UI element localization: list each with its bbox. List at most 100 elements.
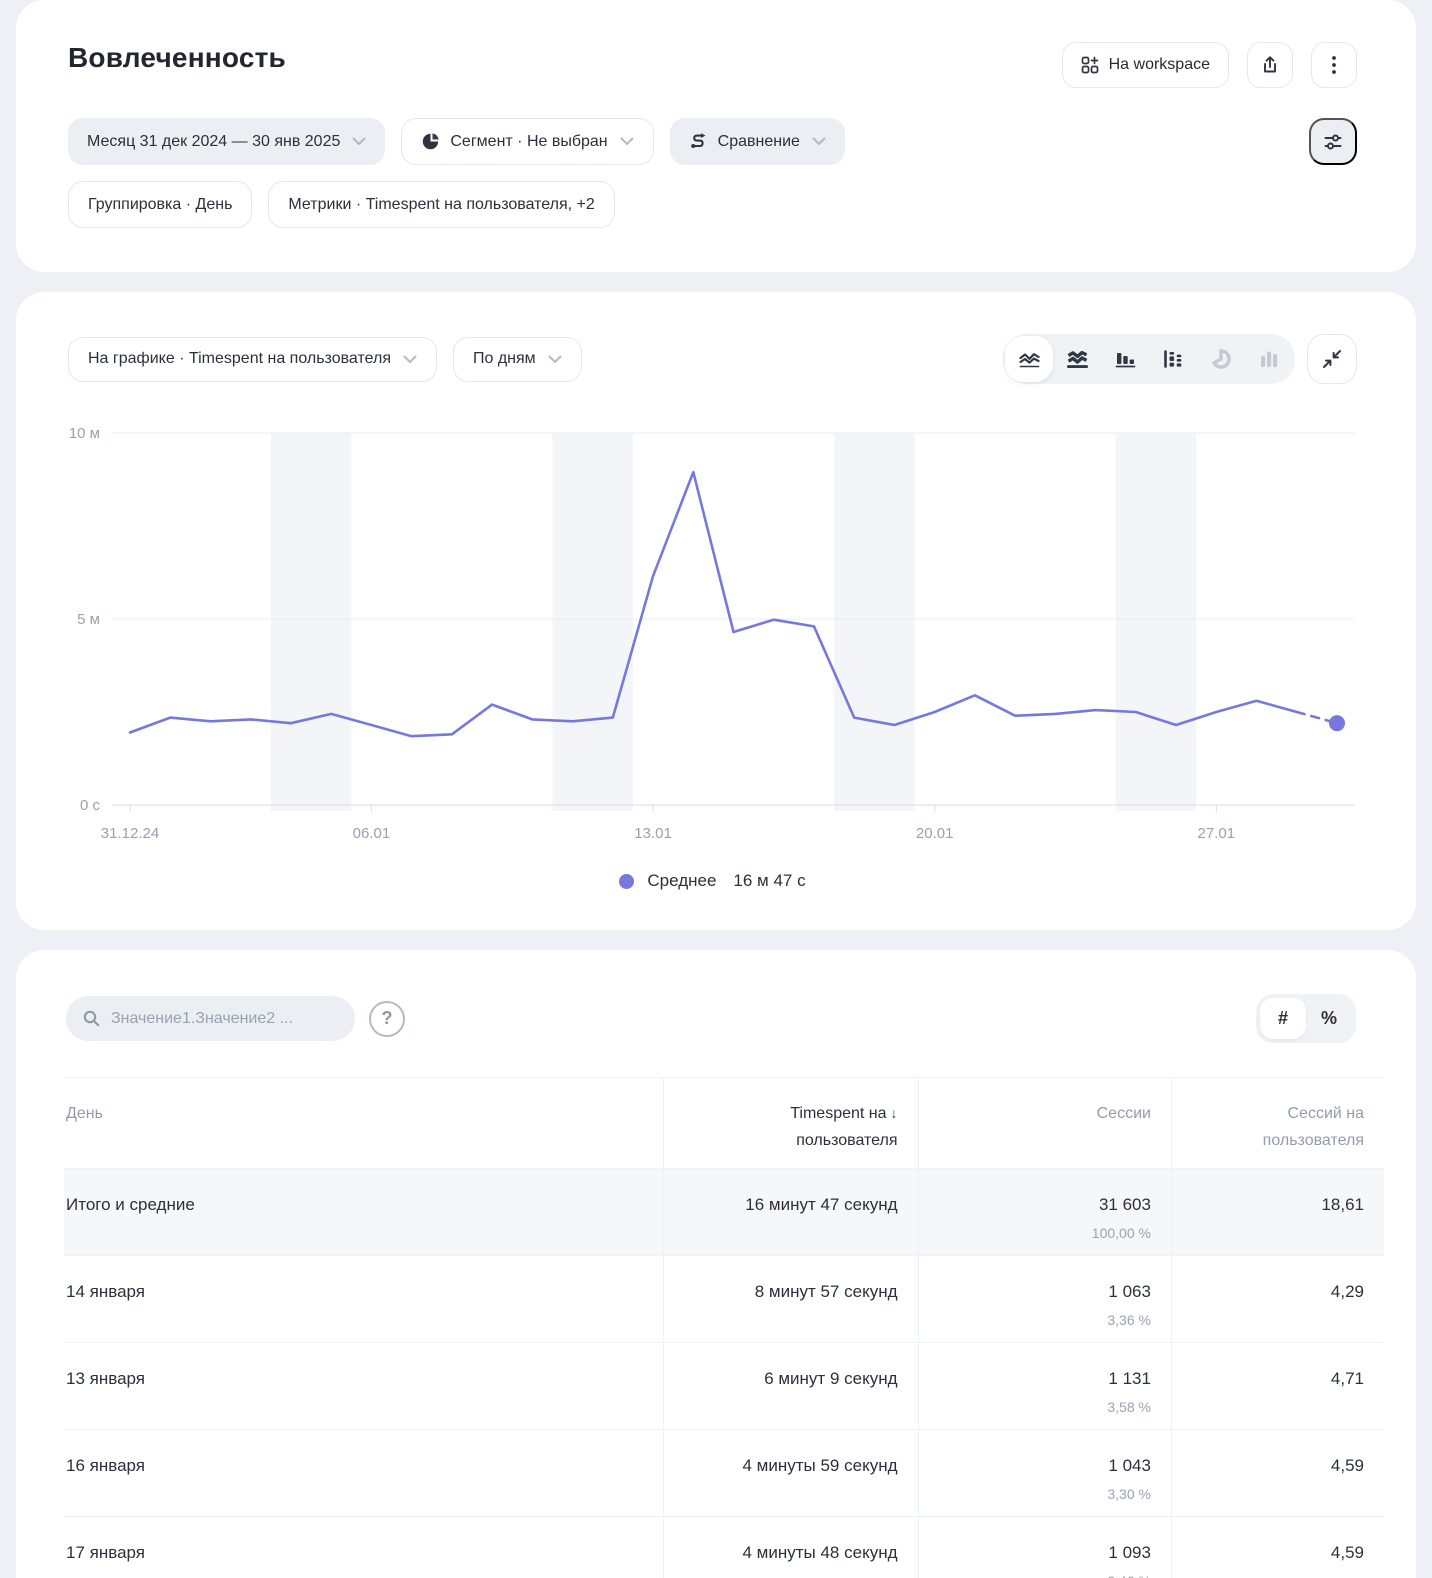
area-chart-icon — [1067, 350, 1088, 368]
sessions-per-user-cell: 4,59 — [1171, 1430, 1384, 1517]
grouping-filter-chip[interactable]: Группировка · День — [68, 181, 252, 228]
svg-text:10 м: 10 м — [69, 425, 100, 442]
day-cell: 16 января — [64, 1430, 663, 1517]
day-cell: Итого и средние — [64, 1169, 663, 1256]
sessions-per-user-cell: 4,29 — [1171, 1256, 1384, 1343]
chevron-down-icon — [548, 355, 562, 364]
day-cell: 14 января — [64, 1256, 663, 1343]
svg-text:13.01: 13.01 — [634, 825, 672, 842]
metrics-table: День Timespent на↓ пользователя Сессии С… — [64, 1077, 1384, 1578]
period-filter-chip[interactable]: Месяц 31 дек 2024 — 30 янв 2025 — [68, 118, 385, 165]
timespent-cell: 6 минут 9 секунд — [663, 1343, 918, 1430]
collapse-icon — [1322, 349, 1342, 369]
timespent-cell: 4 минуты 59 секунд — [663, 1430, 918, 1517]
chart-legend[interactable]: Среднее 16 м 47 с — [68, 866, 1357, 896]
sessions-value: 1 131 — [939, 1369, 1151, 1389]
sessions-value: 1 043 — [939, 1456, 1151, 1476]
chart-type-area-button[interactable] — [1053, 336, 1101, 382]
stacked-bar-chart-icon — [1163, 350, 1184, 368]
chevron-down-icon — [812, 137, 826, 146]
header-card: Вовлеченность На workspace — [16, 0, 1416, 272]
chevron-down-icon — [352, 137, 366, 146]
weekend-bands — [271, 433, 1196, 811]
sliders-icon — [1323, 132, 1343, 152]
units-number-button[interactable]: # — [1260, 998, 1306, 1039]
timespent-cell: 4 минуты 48 секунд — [663, 1517, 918, 1578]
workspace-button[interactable]: На workspace — [1062, 42, 1229, 88]
sessions-cell: 31 603 100,00 % — [918, 1169, 1171, 1256]
current-point — [1329, 715, 1345, 731]
page-title: Вовлеченность — [68, 42, 286, 74]
svg-text:20.01: 20.01 — [916, 825, 954, 842]
chart-metric-select[interactable]: На графике · Timespent на пользователя — [68, 337, 437, 382]
sessions-per-user-cell: 4,59 — [1171, 1517, 1384, 1578]
workspace-icon — [1081, 56, 1099, 74]
sessions-cell: 1 093 3,46 % — [918, 1517, 1171, 1578]
units-percent-button[interactable]: % — [1306, 998, 1352, 1039]
svg-text:31.12.24: 31.12.24 — [101, 825, 159, 842]
svg-text:5 м: 5 м — [77, 611, 100, 628]
sessions-cell: 1 043 3,30 % — [918, 1430, 1171, 1517]
bar-chart-icon — [1115, 350, 1136, 368]
column-header-sessions[interactable]: Сессии — [918, 1078, 1171, 1169]
sessions-cell: 1 063 3,36 % — [918, 1256, 1171, 1343]
chevron-down-icon — [403, 355, 417, 364]
table-row[interactable]: 14 января 8 минут 57 секунд 1 063 3,36 %… — [64, 1256, 1384, 1343]
chart-type-switcher — [1003, 334, 1295, 384]
chart-type-bar-button[interactable] — [1101, 336, 1149, 382]
sessions-value: 31 603 — [939, 1195, 1151, 1215]
segment-filter-chip[interactable]: Сегмент · Не выбран — [401, 118, 653, 165]
chevron-down-icon — [620, 137, 634, 146]
sessions-per-user-cell: 18,61 — [1171, 1169, 1384, 1256]
table-row[interactable]: 17 января 4 минуты 48 секунд 1 093 3,46 … — [64, 1517, 1384, 1578]
sessions-value: 1 063 — [939, 1282, 1151, 1302]
table-card: ? # % День Timespent на↓ пользователя Се… — [16, 950, 1416, 1578]
legend-label: Среднее — [647, 871, 716, 891]
table-row[interactable]: Итого и средние 16 минут 47 секунд 31 60… — [64, 1169, 1384, 1256]
view-settings-button[interactable] — [1309, 118, 1357, 165]
sessions-percent: 3,58 % — [939, 1399, 1151, 1417]
comparison-icon — [689, 132, 708, 151]
search-icon — [82, 1009, 101, 1028]
column-header-day[interactable]: День — [64, 1078, 663, 1169]
legend-dot — [619, 874, 634, 889]
x-axis-labels: 31.12.24 06.01 13.01 20.01 27.01 — [101, 825, 1235, 842]
column-header-timespent[interactable]: Timespent на↓ пользователя — [663, 1078, 918, 1169]
column-header-sessions-per-user[interactable]: Сессий на пользователя — [1171, 1078, 1384, 1169]
timespent-line-chart[interactable]: 0 с 5 м 10 м 31.12.24 06.01 13.01 20.01 27.01 — [68, 408, 1357, 850]
line-chart-icon — [1019, 350, 1040, 368]
search-input[interactable] — [111, 1010, 339, 1028]
table-search[interactable] — [66, 996, 355, 1041]
chart-type-line-button[interactable] — [1005, 336, 1053, 382]
pie-chart-icon — [1211, 349, 1231, 369]
share-icon — [1260, 55, 1280, 75]
sessions-per-user-cell: 4,71 — [1171, 1343, 1384, 1430]
more-button[interactable] — [1311, 42, 1357, 88]
sessions-percent: 3,36 % — [939, 1312, 1151, 1330]
collapse-chart-button[interactable] — [1307, 334, 1357, 384]
share-button[interactable] — [1247, 42, 1293, 88]
sessions-percent: 3,46 % — [939, 1573, 1151, 1578]
sort-desc-icon: ↓ — [891, 1105, 898, 1121]
svg-text:27.01: 27.01 — [1198, 825, 1236, 842]
day-cell: 13 января — [64, 1343, 663, 1430]
chart-type-stacked-bar-button[interactable] — [1149, 336, 1197, 382]
chart-type-pie-button[interactable] — [1197, 336, 1245, 382]
histogram-icon — [1259, 350, 1279, 368]
comparison-filter-chip[interactable]: Сравнение — [670, 118, 845, 165]
sessions-cell: 1 131 3,58 % — [918, 1343, 1171, 1430]
segment-pie-icon — [421, 132, 440, 151]
timespent-cell: 16 минут 47 секунд — [663, 1169, 918, 1256]
sessions-percent: 3,30 % — [939, 1486, 1151, 1504]
svg-text:0 с: 0 с — [80, 797, 101, 814]
sessions-percent: 100,00 % — [939, 1225, 1151, 1243]
help-button[interactable]: ? — [369, 1001, 405, 1037]
chart-type-histogram-button[interactable] — [1245, 336, 1293, 382]
table-row[interactable]: 13 января 6 минут 9 секунд 1 131 3,58 % … — [64, 1343, 1384, 1430]
chart-granularity-select[interactable]: По дням — [453, 337, 582, 382]
table-row[interactable]: 16 января 4 минуты 59 секунд 1 043 3,30 … — [64, 1430, 1384, 1517]
units-toggle: # % — [1256, 994, 1356, 1043]
metrics-filter-chip[interactable]: Метрики · Timespent на пользователя, +2 — [268, 181, 614, 228]
svg-text:06.01: 06.01 — [353, 825, 391, 842]
table-body: Итого и средние 16 минут 47 секунд 31 60… — [64, 1169, 1384, 1578]
